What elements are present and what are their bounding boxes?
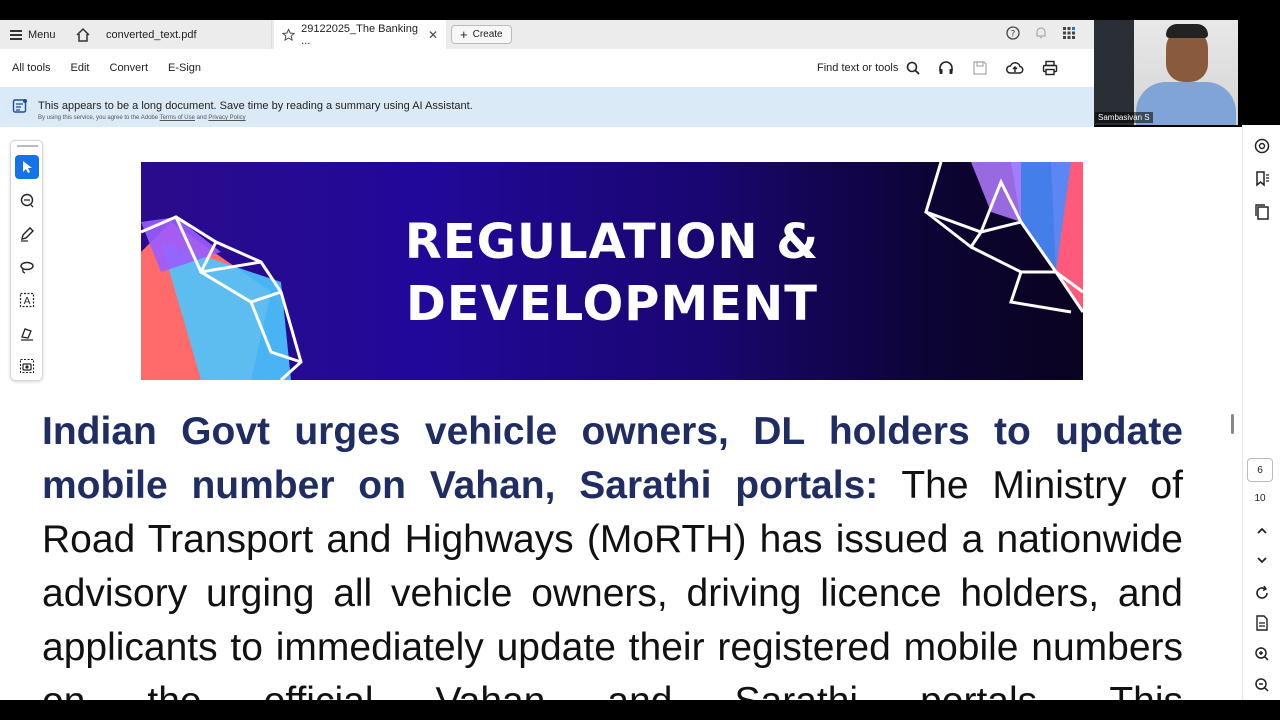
chevron-up-icon[interactable]	[1253, 522, 1271, 540]
banner-title-line2: DEVELOPMENT	[406, 276, 818, 332]
pencil-icon	[21, 227, 34, 242]
quick-tools-panel: A	[10, 140, 43, 381]
lasso-icon	[20, 261, 34, 274]
sign-tool-button[interactable]	[15, 321, 39, 345]
comment-icon	[20, 193, 34, 208]
main-toolbar: All tools Edit Convert E-Sign Find text …	[0, 49, 1094, 88]
regulation-development-banner: REGULATION & DEVELOPMENT	[141, 162, 1083, 380]
zoom-in-icon[interactable]	[1253, 645, 1271, 663]
tabbar-right-icons: ?	[1006, 26, 1076, 40]
document-scrollbar-thumb[interactable]	[1231, 414, 1234, 434]
current-page-input[interactable]: 6	[1247, 458, 1273, 482]
read-aloud-headphones-icon[interactable]	[938, 60, 954, 76]
ai-assistant-banner: This appears to be a long document. Save…	[0, 88, 1094, 127]
participant-hair	[1166, 24, 1208, 38]
privacy-policy-link[interactable]: Privacy Policy	[208, 115, 245, 121]
snapshot-tool-button[interactable]	[15, 354, 39, 378]
refresh-icon[interactable]	[1253, 584, 1271, 602]
svg-text:?: ?	[1011, 30, 1016, 40]
search-icon	[907, 61, 920, 75]
find-label: Find text or tools	[817, 62, 899, 74]
total-pages: 10	[1254, 493, 1266, 504]
bookmark-icon[interactable]	[1253, 170, 1271, 188]
ai-assistant-icon[interactable]	[1253, 137, 1271, 155]
ai-banner-message: This appears to be a long document. Save…	[38, 100, 473, 112]
copy-pages-icon[interactable]	[1253, 203, 1271, 221]
cursor-arrow-icon	[23, 161, 32, 173]
toolbar-menu: All tools Edit Convert E-Sign	[12, 62, 201, 74]
svg-text:A: A	[24, 296, 31, 307]
home-icon[interactable]	[74, 26, 92, 44]
banner-title-line1: REGULATION &	[404, 214, 820, 270]
participant-video-tile: Sambasivan S	[1094, 20, 1238, 125]
help-icon[interactable]: ?	[1006, 26, 1020, 40]
text-tool-button[interactable]: A	[15, 288, 39, 312]
terms-of-use-link[interactable]: Terms of Use	[160, 115, 195, 121]
menu-button[interactable]: Menu	[10, 26, 56, 44]
tab-converted-text[interactable]: converted_text.pdf	[98, 20, 272, 49]
right-side-rail	[1242, 125, 1280, 700]
article-paragraph: Indian Govt urges vehicle owners, DL hol…	[42, 405, 1183, 720]
hamburger-icon	[10, 30, 22, 40]
star-icon[interactable]	[282, 27, 296, 42]
zoom-out-icon[interactable]	[1253, 676, 1271, 694]
plus-icon: +	[460, 26, 468, 42]
find-tools-button[interactable]: Find text or tools	[817, 61, 920, 75]
chevron-down-icon[interactable]	[1253, 551, 1271, 569]
close-tab-icon[interactable]: ✕	[428, 28, 438, 42]
acrobat-window: Menu converted_text.pdf 29122025_The Ban…	[0, 0, 1280, 720]
fineprint-prefix: By using this service, you agree to the …	[38, 115, 159, 121]
ai-banner-fineprint: By using this service, you agree to the …	[38, 115, 246, 121]
cloud-upload-icon[interactable]	[1006, 60, 1024, 76]
draw-tool-button[interactable]	[15, 255, 39, 279]
toolbar-esign[interactable]: E-Sign	[168, 62, 201, 74]
highlight-tool-button[interactable]	[15, 222, 39, 246]
text-box-icon: A	[19, 292, 35, 308]
tab-banking-pdf[interactable]: 29122025_The Banking ... ✕	[274, 20, 446, 49]
bell-icon[interactable]	[1034, 26, 1048, 40]
participant-name: Sambasivan S	[1095, 112, 1153, 123]
toolbar-convert[interactable]: Convert	[110, 62, 149, 74]
tab-bar: Menu converted_text.pdf 29122025_The Ban…	[0, 20, 1094, 49]
comment-tool-button[interactable]	[15, 189, 39, 213]
create-label: Create	[472, 29, 503, 40]
camera-icon	[19, 358, 35, 374]
panel-grip[interactable]	[17, 145, 38, 147]
save-icon[interactable]	[972, 60, 988, 76]
page-document-icon[interactable]	[1253, 614, 1271, 632]
tab-label: 29122025_The Banking ...	[301, 22, 418, 47]
video-background-wall	[1094, 20, 1134, 125]
fineprint-and: and	[196, 115, 207, 121]
banner-left-geometric-art	[141, 162, 1083, 380]
create-button[interactable]: + Create	[451, 25, 512, 44]
print-icon[interactable]	[1042, 60, 1058, 76]
toolbar-icons	[938, 60, 1058, 76]
ai-summary-icon	[12, 99, 27, 113]
toolbar-all-tools[interactable]: All tools	[12, 62, 51, 74]
pen-sign-icon	[21, 328, 33, 341]
screen-bottom-bar	[0, 700, 1280, 720]
tab-label: converted_text.pdf	[106, 28, 197, 41]
toolbar-edit[interactable]: Edit	[71, 62, 90, 74]
video-side-strip	[1238, 20, 1280, 125]
menu-label: Menu	[28, 29, 56, 41]
select-tool-button[interactable]	[15, 155, 39, 179]
apps-grid-icon[interactable]	[1062, 26, 1076, 40]
